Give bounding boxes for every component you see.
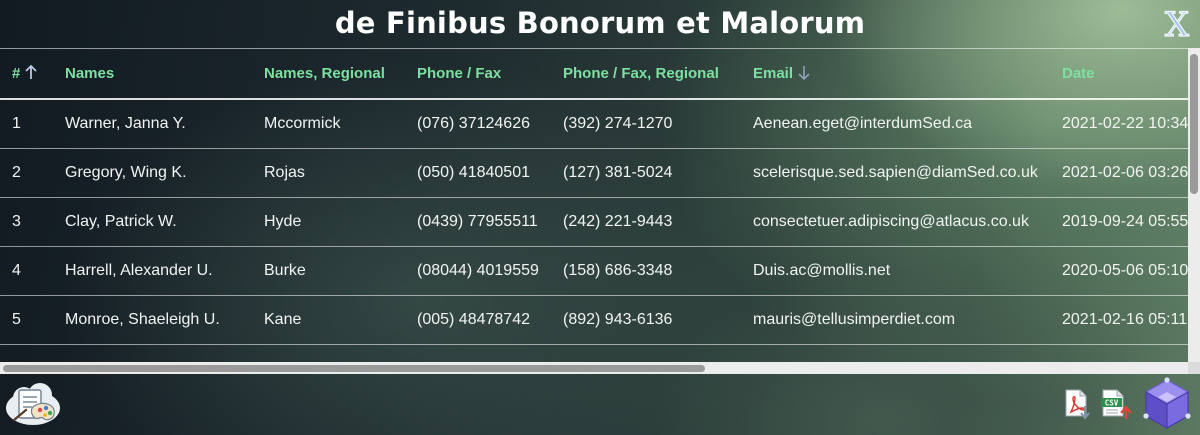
data-table: # Names Names, Regional Phone / Fax Phon… [0,48,1188,345]
column-header-number[interactable]: # [0,48,53,100]
cell-number: 1 [0,99,53,149]
cell-name: Gregory, Wing K. [53,148,252,198]
sort-ascending-icon [25,65,37,80]
table-row[interactable]: 2 Gregory, Wing K. Rojas (050) 41840501 … [0,148,1188,198]
column-header-phone-fax-regional[interactable]: Phone / Fax, Regional [551,48,741,100]
cell-phone: (076) 37124626 [405,99,551,149]
cell-name: Monroe, Shaeleigh U. [53,295,252,345]
title-bar: de Finibus Bonorum et Malorum X [0,0,1200,48]
cell-date: 2020-05-06 05:10 [1050,246,1188,296]
data-table-viewport[interactable]: # Names Names, Regional Phone / Fax Phon… [0,48,1188,362]
cell-name-regional: Mccormick [252,99,405,149]
cell-phone: (005) 48478742 [405,295,551,345]
cell-email: consectetuer.adipiscing@atlacus.co.uk [741,197,1050,247]
column-header-names[interactable]: Names [53,48,252,100]
svg-text:X: X [1165,6,1190,42]
cell-date: 2021-02-06 03:26 [1050,148,1188,198]
close-button[interactable]: X [1160,4,1194,45]
cell-phone-regional: (892) 943-6136 [551,295,741,345]
cell-name: Harrell, Alexander U. [53,246,252,296]
table-row[interactable]: 4 Harrell, Alexander U. Burke (08044) 40… [0,246,1188,296]
cell-number: 4 [0,246,53,296]
csv-export-icon: CSV [1101,389,1132,419]
palette-settings-icon [6,383,60,425]
table-row[interactable]: 5 Monroe, Shaeleigh U. Kane (005) 484787… [0,295,1188,345]
cell-phone: (0439) 77955511 [405,197,551,247]
cell-email: scelerisque.sed.sapien@diamSed.co.uk [741,148,1050,198]
cell-name: Warner, Janna Y. [53,99,252,149]
table-row[interactable]: 1 Warner, Janna Y. Mccormick (076) 37124… [0,99,1188,149]
svg-text:CSV: CSV [1105,399,1119,408]
cell-name-regional: Kane [252,295,405,345]
sort-descending-icon [798,66,810,81]
window-title: de Finibus Bonorum et Malorum [334,6,866,40]
cube-logo [1140,376,1194,432]
column-header-names-regional[interactable]: Names, Regional [252,48,405,100]
pdf-download-button[interactable] [1063,388,1093,420]
cell-number: 2 [0,148,53,198]
app-window: de Finibus Bonorum et Malorum X # Names … [0,0,1200,435]
cell-name: Clay, Patrick W. [53,197,252,247]
palette-settings-button[interactable] [4,380,62,428]
cell-date: 2021-02-16 05:11 [1050,295,1188,345]
scrollbar-corner [1188,362,1200,374]
csv-export-button[interactable]: CSV [1100,388,1134,420]
vertical-scrollbar-thumb[interactable] [1190,54,1198,194]
cell-phone-regional: (158) 686-3348 [551,246,741,296]
cell-phone: (050) 41840501 [405,148,551,198]
cell-name-regional: Hyde [252,197,405,247]
cell-date: 2019-09-24 05:55 [1050,197,1188,247]
cell-email: Duis.ac@mollis.net [741,246,1050,296]
cell-name-regional: Rojas [252,148,405,198]
vertical-scrollbar[interactable] [1188,48,1200,362]
cell-email: Aenean.eget@interdumSed.ca [741,99,1050,149]
column-header-email[interactable]: Email [741,48,1050,100]
horizontal-scrollbar-thumb[interactable] [3,365,705,372]
cell-phone-regional: (127) 381-5024 [551,148,741,198]
cell-name-regional: Burke [252,246,405,296]
cell-phone-regional: (242) 221-9443 [551,197,741,247]
cell-phone-regional: (392) 274-1270 [551,99,741,149]
cell-number: 5 [0,295,53,345]
cell-number: 3 [0,197,53,247]
table-header-row: # Names Names, Regional Phone / Fax Phon… [0,48,1188,100]
cell-phone: (08044) 4019559 [405,246,551,296]
cell-email: mauris@tellusimperdiet.com [741,295,1050,345]
horizontal-scrollbar[interactable] [0,362,1188,374]
cell-date: 2021-02-22 10:34 [1050,99,1188,149]
close-icon: X [1164,4,1190,45]
column-header-date[interactable]: Date [1050,48,1188,100]
pdf-download-icon [1065,389,1090,420]
cube-logo-icon [1143,377,1191,430]
table-row[interactable]: 3 Clay, Patrick W. Hyde (0439) 77955511 … [0,197,1188,247]
column-header-phone-fax[interactable]: Phone / Fax [405,48,551,100]
